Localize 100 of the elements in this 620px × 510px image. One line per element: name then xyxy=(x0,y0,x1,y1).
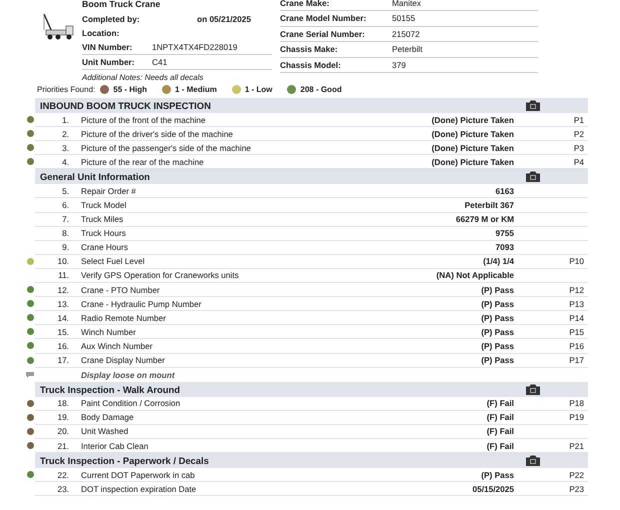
item-number: 22. xyxy=(56,470,69,480)
item-result: 66279 M or KM xyxy=(456,214,514,224)
photo-reference[interactable]: P16 xyxy=(569,340,584,351)
item-number: 20. xyxy=(56,426,69,436)
item-label: Radio Remote Number xyxy=(81,312,167,323)
item-result: (P) Pass xyxy=(481,312,514,323)
photo-reference[interactable]: P18 xyxy=(569,398,584,408)
item-label: Interior Cab Clean xyxy=(81,440,150,451)
additional-notes: Additional Notes: Needs all decals xyxy=(82,73,204,82)
item-label: Repair Order # xyxy=(81,186,137,196)
item-number: 8. xyxy=(61,228,69,238)
item-label: Winch Number xyxy=(81,326,137,337)
item-number: 16. xyxy=(56,340,69,351)
item-number: 4. xyxy=(61,156,69,167)
item-label: Current DOT Paperwork in cab xyxy=(81,470,196,480)
item-result: (P) Pass xyxy=(481,470,514,480)
photo-reference[interactable]: P10 xyxy=(569,256,584,266)
section-title: INBOUND BOOM TRUCK INSPECTION xyxy=(40,100,211,111)
item-label: DOT inspection expiration Date xyxy=(81,484,198,494)
field-value: 1NPTX4TX4FD228019 xyxy=(152,42,238,52)
priority-count: 208 - Good xyxy=(300,84,342,94)
item-result: (F) Fail xyxy=(486,426,514,436)
camera-icon[interactable] xyxy=(526,171,540,182)
photo-reference[interactable]: P14 xyxy=(569,312,584,323)
field-label: Crane Model Number: xyxy=(280,13,368,24)
item-label: Select Fuel Level xyxy=(81,256,146,266)
item-label: Crane Hours xyxy=(81,242,130,252)
item-result: (F) Fail xyxy=(486,440,514,451)
photo-reference[interactable]: P2 xyxy=(574,128,584,139)
field-value: C41 xyxy=(152,57,168,68)
item-label: Picture of the front of the machine xyxy=(81,114,207,125)
field-value: on 05/21/2025 xyxy=(197,14,251,24)
item-result: (Done) Picture Taken xyxy=(432,114,514,125)
item-label: Aux Winch Number xyxy=(81,340,154,351)
item-number: 23. xyxy=(56,484,69,494)
item-label: Picture of the passenger's side of the machine xyxy=(81,142,252,153)
item-result: (1/4) 1/4 xyxy=(483,256,514,266)
section-title: General Unit Information xyxy=(40,171,150,182)
item-number: 9. xyxy=(61,242,69,252)
item-label: Verify GPS Operation for Craneworks units xyxy=(81,270,240,280)
item-number: 6. xyxy=(61,200,69,210)
item-number: 19. xyxy=(56,412,69,422)
photo-reference[interactable]: P4 xyxy=(574,156,584,167)
item-result: 6163 xyxy=(496,186,514,196)
photo-reference[interactable]: P22 xyxy=(569,470,584,480)
item-number: 10. xyxy=(56,256,69,266)
item-label: Crane Display Number xyxy=(81,355,166,366)
item-number: 7. xyxy=(61,214,69,224)
photo-reference[interactable]: P23 xyxy=(569,484,584,494)
section-title: Truck Inspection - Paperwork / Decals xyxy=(40,455,209,466)
comment-icon xyxy=(26,372,34,378)
photo-reference[interactable]: P13 xyxy=(569,298,584,309)
photo-reference[interactable]: P17 xyxy=(569,355,584,366)
camera-icon[interactable] xyxy=(526,100,540,111)
item-label: Crane - Hydraulic Pump Number xyxy=(81,298,202,309)
item-number: 2. xyxy=(61,128,69,139)
item-label: Truck Miles xyxy=(81,214,124,224)
field-label: VIN Number: xyxy=(82,42,134,52)
item-label: Paint Condition / Corrosion xyxy=(81,398,182,408)
camera-icon[interactable] xyxy=(526,455,540,466)
item-result: (Done) Picture Taken xyxy=(432,142,514,153)
item-note: Display loose on mount xyxy=(81,370,176,380)
item-number: 3. xyxy=(61,142,69,153)
item-label: Picture of the driver's side of the machine xyxy=(81,128,234,139)
item-result: (F) Fail xyxy=(486,398,514,408)
field-label: Chassis Make: xyxy=(280,44,339,54)
item-number: 14. xyxy=(56,312,69,323)
item-number: 18. xyxy=(56,398,69,408)
item-number: 11. xyxy=(57,270,69,280)
field-value: 50155 xyxy=(392,13,416,24)
priority-count: 55 - High xyxy=(113,84,148,94)
camera-icon[interactable] xyxy=(526,384,540,395)
item-result: 9755 xyxy=(496,228,514,238)
field-label: Crane Serial Number: xyxy=(280,28,366,39)
photo-reference[interactable]: P1 xyxy=(574,114,584,125)
item-label: Unit Washed xyxy=(81,426,130,436)
photo-reference[interactable]: P21 xyxy=(569,440,584,451)
item-result: (P) Pass xyxy=(481,326,514,337)
item-result: 05/15/2025 xyxy=(472,484,514,494)
section-title: Truck Inspection - Walk Around xyxy=(40,384,180,395)
item-number: 13. xyxy=(56,298,69,309)
priority-count: 1 - Medium xyxy=(175,84,217,94)
field-value: 215072 xyxy=(392,28,420,39)
item-number: 5. xyxy=(61,186,69,196)
item-label: Truck Hours xyxy=(81,228,127,238)
item-number: 15. xyxy=(56,326,69,337)
photo-reference[interactable]: P3 xyxy=(574,142,584,153)
item-result: (P) Pass xyxy=(481,298,514,309)
photo-reference[interactable]: P12 xyxy=(569,284,584,295)
field-label: Chassis Model: xyxy=(280,60,342,70)
item-label: Body Damage xyxy=(81,412,135,422)
field-label: Location: xyxy=(82,28,120,38)
item-result: (P) Pass xyxy=(481,355,514,366)
report-title: Boom Truck Crane xyxy=(82,0,162,11)
photo-reference[interactable]: P15 xyxy=(569,326,584,337)
field-value: Peterbilt xyxy=(392,44,422,54)
item-number: 1. xyxy=(61,114,69,125)
priorities-label: Priorities Found: xyxy=(37,84,96,94)
photo-reference[interactable]: P19 xyxy=(569,412,584,422)
field-value: Manitex xyxy=(392,0,422,7)
